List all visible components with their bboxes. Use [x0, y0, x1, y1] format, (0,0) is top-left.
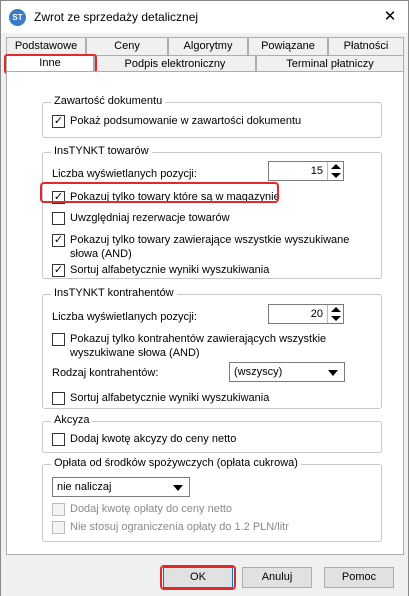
option-label: Pokazuj tylko kontrahentów zawierających…: [70, 332, 326, 360]
products-all-words-option[interactable]: ✓ Pokazuj tylko towary zawierające wszys…: [52, 233, 349, 261]
group-excise: Akcyza Dodaj kwotę akcyzy do ceny netto: [42, 414, 382, 453]
contractor-type-label: Rodzaj kontrahentów:: [52, 367, 159, 379]
products-count-stepper[interactable]: 15: [268, 161, 344, 181]
group-sugar-fee: Opłata od środków spożywczych (opłata cu…: [42, 457, 382, 542]
stepper-down-icon[interactable]: [331, 316, 341, 321]
add-excise-checkbox[interactable]: [52, 433, 65, 446]
group-document-contents: Zawartość dokumentu ✓ Pokaż podsumowanie…: [42, 95, 382, 138]
option-label-line1: Pokazuj tylko towary zawierające wszystk…: [70, 234, 350, 246]
stepper-buttons[interactable]: [327, 162, 343, 180]
reservations-checkbox[interactable]: [52, 212, 65, 225]
products-sort-checkbox[interactable]: ✓: [52, 264, 65, 277]
reservations-option[interactable]: Uwzględniaj rezerwacje towarów: [52, 211, 230, 225]
option-label: Dodaj kwotę akcyzy do ceny netto: [70, 433, 237, 445]
option-label: Pokaż podsumowanie w zawartości dokument…: [70, 115, 302, 127]
contractor-type-select[interactable]: (wszyscy): [229, 362, 345, 382]
stepper-down-icon[interactable]: [331, 173, 341, 178]
tab-powiazane[interactable]: Powiązane: [248, 37, 328, 55]
option-label: Pokazuj tylko towary zawierające wszystk…: [70, 233, 349, 261]
ok-button[interactable]: OK: [163, 567, 233, 588]
tab-algorytmy[interactable]: Algorytmy: [168, 37, 248, 55]
group-title: Zawartość dokumentu: [51, 95, 166, 107]
no-limit-option: Nie stosuj ograniczenia opłaty do 1.2 PL…: [52, 520, 289, 534]
products-sort-option[interactable]: ✓ Sortuj alfabetycznie wyniki wyszukiwan…: [52, 263, 269, 277]
stepper-value: 15: [310, 165, 323, 177]
tab-panel: Zawartość dokumentu ✓ Pokaż podsumowanie…: [6, 71, 404, 555]
button-bar: OK Anuluj Pomoc: [1, 556, 408, 596]
group-title: Akcyza: [51, 414, 93, 426]
only-in-stock-option[interactable]: ✓ Pokazuj tylko towary które są w magazy…: [52, 190, 280, 204]
contractors-all-words-option[interactable]: Pokazuj tylko kontrahentów zawierających…: [52, 332, 326, 360]
group-title: InsTYNKT towarów: [51, 145, 152, 157]
option-label: Sortuj alfabetycznie wyniki wyszukiwania: [70, 392, 270, 404]
contractors-all-words-checkbox[interactable]: [52, 333, 65, 346]
tab-platnosci[interactable]: Płatności: [328, 37, 404, 55]
chevron-down-icon: [328, 370, 338, 376]
tab-ceny[interactable]: Ceny: [86, 37, 168, 55]
option-label-line2: wyszukiwane słowa (AND): [70, 347, 200, 359]
help-button[interactable]: Pomoc: [324, 567, 394, 588]
option-label: Nie stosuj ograniczenia opłaty do 1.2 PL…: [70, 521, 289, 533]
products-count-label: Liczba wyświetlanych pozycji:: [52, 168, 197, 180]
chevron-down-icon: [173, 485, 183, 491]
group-title: Opłata od środków spożywczych (opłata cu…: [51, 457, 301, 469]
select-value: (wszyscy): [234, 366, 283, 378]
stepper-up-icon[interactable]: [331, 164, 341, 169]
add-fee-checkbox: [52, 503, 65, 516]
contractors-count-stepper[interactable]: 20: [268, 304, 344, 324]
cancel-button[interactable]: Anuluj: [242, 567, 312, 588]
stepper-value: 20: [310, 308, 323, 320]
show-summary-option[interactable]: ✓ Pokaż podsumowanie w zawartości dokume…: [52, 114, 301, 128]
contractors-count-label: Liczba wyświetlanych pozycji:: [52, 311, 197, 323]
dialog-window: ST Zwrot ze sprzedaży detalicznej ✕ Pods…: [0, 0, 409, 596]
option-label: Uwzględniaj rezerwacje towarów: [70, 212, 230, 224]
stepper-buttons[interactable]: [327, 305, 343, 323]
option-label-line2: słowa (AND): [70, 248, 132, 260]
only-in-stock-checkbox[interactable]: ✓: [52, 191, 65, 204]
group-instynkt-products: InsTYNKT towarów Liczba wyświetlanych po…: [42, 145, 382, 279]
option-label: Pokazuj tylko towary które są w magazyni…: [70, 191, 280, 203]
close-icon: ✕: [383, 8, 397, 25]
option-label: Sortuj alfabetycznie wyniki wyszukiwania: [70, 264, 270, 276]
option-label: Dodaj kwotę opłaty do ceny netto: [70, 503, 233, 515]
select-value: nie naliczaj: [57, 481, 112, 493]
group-instynkt-contractors: InsTYNKT kontrahentów Liczba wyświetlany…: [42, 287, 382, 409]
add-fee-option: Dodaj kwotę opłaty do ceny netto: [52, 502, 232, 516]
group-title: InsTYNKT kontrahentów: [51, 287, 177, 299]
tab-podstawowe[interactable]: Podstawowe: [6, 37, 86, 55]
window-title: Zwrot ze sprzedaży detalicznej: [34, 10, 199, 24]
add-excise-option[interactable]: Dodaj kwotę akcyzy do ceny netto: [52, 432, 236, 446]
contractors-sort-option[interactable]: Sortuj alfabetycznie wyniki wyszukiwania: [52, 391, 269, 405]
no-limit-checkbox: [52, 521, 65, 534]
close-button[interactable]: ✕: [380, 7, 400, 27]
sugar-fee-select[interactable]: nie naliczaj: [52, 477, 190, 497]
option-label-line1: Pokazuj tylko kontrahentów zawierających…: [70, 333, 327, 345]
show-summary-checkbox[interactable]: ✓: [52, 115, 65, 128]
stepper-up-icon[interactable]: [331, 307, 341, 312]
products-all-words-checkbox[interactable]: ✓: [52, 234, 65, 247]
app-logo-icon: ST: [9, 9, 26, 26]
contractors-sort-checkbox[interactable]: [52, 392, 65, 405]
title-bar: ST Zwrot ze sprzedaży detalicznej ✕: [1, 1, 408, 33]
